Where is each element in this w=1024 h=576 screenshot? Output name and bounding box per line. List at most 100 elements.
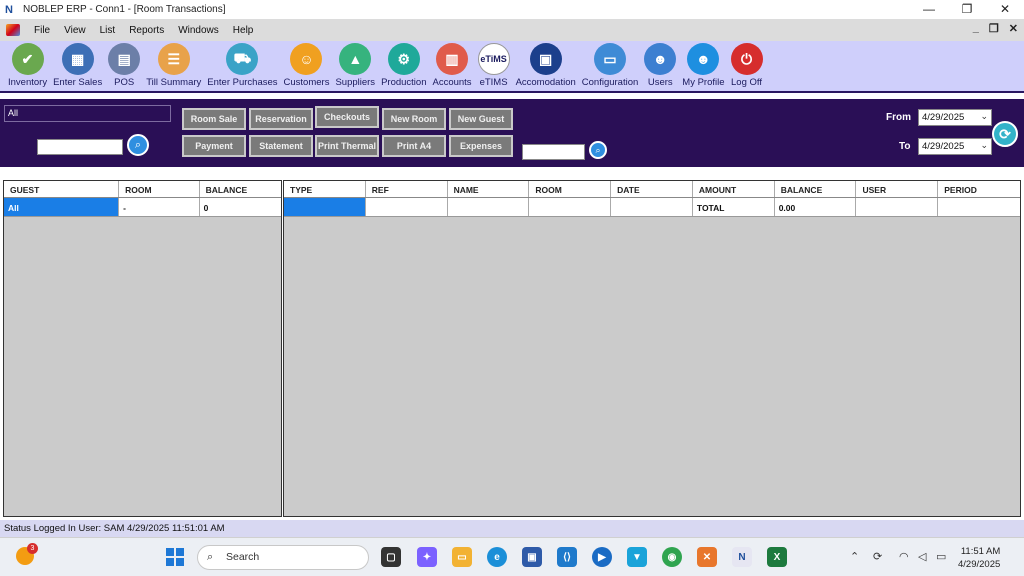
mdi-app-icon[interactable] — [6, 24, 20, 36]
guest-select[interactable]: All — [4, 105, 171, 122]
room-sale-button[interactable]: Room Sale — [182, 108, 246, 130]
guest-search-icon[interactable]: ⌕ — [127, 134, 149, 156]
cell-balance[interactable]: 0.00 — [775, 198, 857, 216]
column-header-guest[interactable]: GUEST — [4, 181, 120, 197]
toolbar-enter-purchases-button[interactable]: ⛟ Enter Purchases — [207, 41, 278, 88]
payment-button[interactable]: Payment — [182, 135, 246, 157]
cell-balance[interactable]: 0 — [200, 198, 281, 216]
from-date-input[interactable]: 4/29/2025 ⌄ — [918, 109, 992, 126]
table-row[interactable]: TOTAL 0.00 — [284, 198, 1020, 217]
toolbar-till-summary-button[interactable]: ☰ Till Summary — [146, 41, 201, 88]
cell-period[interactable] — [938, 198, 1020, 216]
toolbar-suppliers-button[interactable]: ▲ Suppliers — [335, 41, 375, 88]
mdi-minimize-icon[interactable]: _ — [973, 22, 979, 35]
column-header-type[interactable]: TYPE — [284, 181, 366, 197]
toolbar-configuration-button[interactable]: ▭ Configuration — [582, 41, 638, 88]
chrome-icon[interactable]: ◉ — [662, 547, 682, 567]
battery-icon[interactable]: ▭ — [936, 550, 946, 563]
cell-amount[interactable]: TOTAL — [693, 198, 775, 216]
print-a4-button[interactable]: Print A4 — [382, 135, 446, 157]
transaction-search-input[interactable] — [522, 144, 585, 160]
menu-view[interactable]: View — [64, 25, 86, 36]
taskbar-clock[interactable]: 11:51 AM 4/29/2025 — [958, 545, 1000, 571]
toolbar-my-profile-button[interactable]: ☻ My Profile — [682, 41, 725, 88]
mdi-close-icon[interactable]: ✕ — [1009, 22, 1018, 35]
menu-file[interactable]: File — [34, 25, 50, 36]
minimize-icon[interactable]: — — [910, 0, 948, 19]
chevron-up-icon[interactable]: ⌃ — [850, 550, 859, 563]
taskbar-search-input[interactable]: ⌕ Search — [197, 545, 369, 570]
to-date-input[interactable]: 4/29/2025 ⌄ — [918, 138, 992, 155]
toolbar-production-button[interactable]: ⚙ Production — [381, 41, 426, 88]
refresh-icon[interactable]: ⟳ — [992, 121, 1018, 147]
cell-name[interactable] — [448, 198, 530, 216]
column-header-name[interactable]: NAME — [448, 181, 530, 197]
toolbar-accounts-button[interactable]: ▥ Accounts — [432, 41, 472, 88]
column-header-amount[interactable]: AMOUNT — [693, 181, 775, 197]
menu-list[interactable]: List — [100, 25, 116, 36]
vscode-icon[interactable]: ⟨⟩ — [557, 547, 577, 567]
checkouts-button[interactable]: Checkouts — [315, 106, 379, 128]
cell-type[interactable] — [284, 198, 366, 216]
new-room-button[interactable]: New Room — [382, 108, 446, 130]
toolbar-etims-button[interactable]: eTiMS eTIMS — [477, 41, 510, 88]
toolbar-label: My Profile — [682, 77, 725, 88]
store-icon[interactable]: ▣ — [522, 547, 542, 567]
new-guest-button[interactable]: New Guest — [449, 108, 513, 130]
menu-reports[interactable]: Reports — [129, 25, 164, 36]
cell-ref[interactable] — [366, 198, 448, 216]
xampp-icon[interactable]: ✕ — [697, 547, 717, 567]
cell-room[interactable]: - — [119, 198, 200, 216]
sync-icon[interactable]: ⟳ — [873, 550, 882, 563]
cart-icon: ⛟ — [226, 43, 259, 75]
toolbar-pos-button[interactable]: ▤ POS — [108, 41, 141, 88]
table-row[interactable]: All - 0 — [4, 198, 281, 217]
wifi-icon[interactable]: ◠ — [899, 550, 909, 563]
copilot-icon[interactable]: ✦ — [417, 547, 437, 567]
column-header-user[interactable]: USER — [856, 181, 939, 197]
expenses-button[interactable]: Expenses — [449, 135, 513, 157]
task-view-icon[interactable]: ▢ — [381, 547, 401, 567]
status-bar: Status Logged In User: SAM 4/29/2025 11:… — [0, 520, 1024, 537]
cell-guest[interactable]: All — [4, 198, 120, 216]
column-header-room[interactable]: ROOM — [529, 181, 612, 197]
cell-room[interactable] — [529, 198, 612, 216]
search-icon: ⌕ — [207, 551, 214, 563]
noblep-erp-icon[interactable]: N — [732, 547, 752, 567]
mdi-restore-icon[interactable]: ❐ — [989, 22, 999, 35]
cell-date[interactable] — [611, 198, 693, 216]
column-header-balance[interactable]: BALANCE — [200, 181, 281, 197]
vpn-icon[interactable]: ▼ — [627, 547, 647, 567]
toolbar-log-off-button[interactable]: ⏻ Log Off — [730, 41, 763, 88]
chevron-down-icon[interactable]: ⌄ — [980, 111, 988, 122]
volume-icon[interactable]: ◁ — [918, 550, 926, 563]
reservation-button[interactable]: Reservation — [249, 108, 313, 130]
column-header-period[interactable]: PERIOD — [938, 181, 1020, 197]
menu-help[interactable]: Help — [233, 25, 254, 36]
column-header-balance[interactable]: BALANCE — [775, 181, 857, 197]
file-explorer-icon[interactable]: ▭ — [452, 547, 472, 567]
column-header-room[interactable]: ROOM — [119, 181, 200, 197]
toolbar-inventory-button[interactable]: ✔ Inventory — [8, 41, 47, 88]
print-thermal-button[interactable]: Print Thermal — [315, 135, 379, 157]
toolbar-customers-button[interactable]: ☺ Customers — [283, 41, 330, 88]
toolbar-accomodation-button[interactable]: ▣ Accomodation — [516, 41, 576, 88]
edge-browser-icon[interactable]: e — [487, 547, 507, 567]
toolbar-label: Customers — [283, 77, 330, 88]
guest-search-input[interactable] — [37, 139, 123, 155]
windows-start-icon[interactable] — [166, 548, 184, 566]
excel-icon[interactable]: X — [767, 547, 787, 567]
column-header-ref[interactable]: REF — [366, 181, 448, 197]
column-header-date[interactable]: DATE — [611, 181, 693, 197]
cell-user[interactable] — [856, 198, 939, 216]
menu-windows[interactable]: Windows — [178, 25, 219, 36]
chevron-down-icon[interactable]: ⌄ — [980, 140, 988, 151]
toolbar-users-button[interactable]: ☻ Users — [644, 41, 677, 88]
etims-icon: eTiMS — [477, 43, 510, 75]
restore-icon[interactable]: ❐ — [948, 0, 986, 19]
close-icon[interactable]: ✕ — [986, 0, 1024, 19]
statement-button[interactable]: Statement — [249, 135, 313, 157]
toolbar-enter-sales-button[interactable]: ▦ Enter Sales — [53, 41, 102, 88]
transaction-search-icon[interactable]: ⌕ — [589, 141, 607, 159]
media-player-icon[interactable]: ▶ — [592, 547, 612, 567]
